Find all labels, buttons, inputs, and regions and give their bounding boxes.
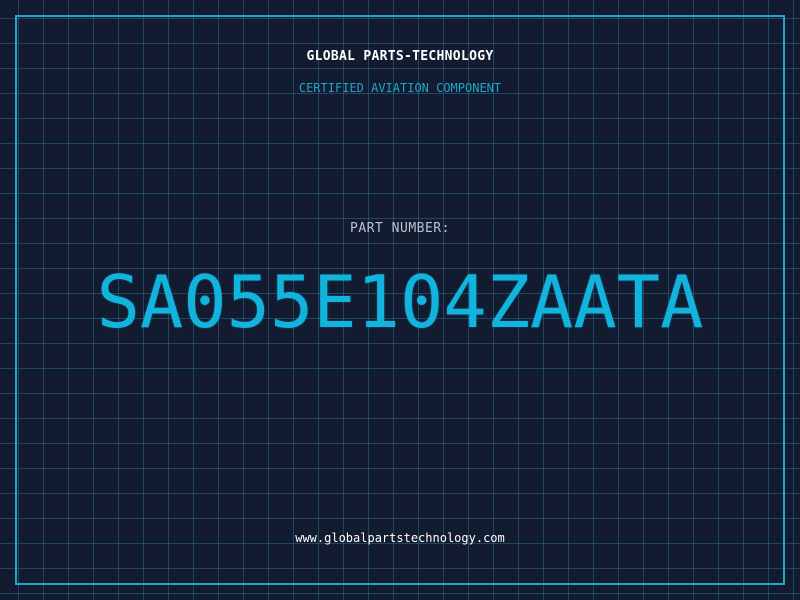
label-canvas: GLOBAL PARTS-TECHNOLOGY CERTIFIED AVIATI…	[0, 0, 800, 600]
part-number-value: SA055E104ZAATA	[96, 260, 704, 344]
tagline: CERTIFIED AVIATION COMPONENT	[298, 81, 502, 95]
website-url: www.globalpartstechnology.com	[295, 531, 505, 545]
company-name: GLOBAL PARTS-TECHNOLOGY	[306, 49, 494, 64]
part-number-label: PART NUMBER:	[350, 221, 450, 236]
